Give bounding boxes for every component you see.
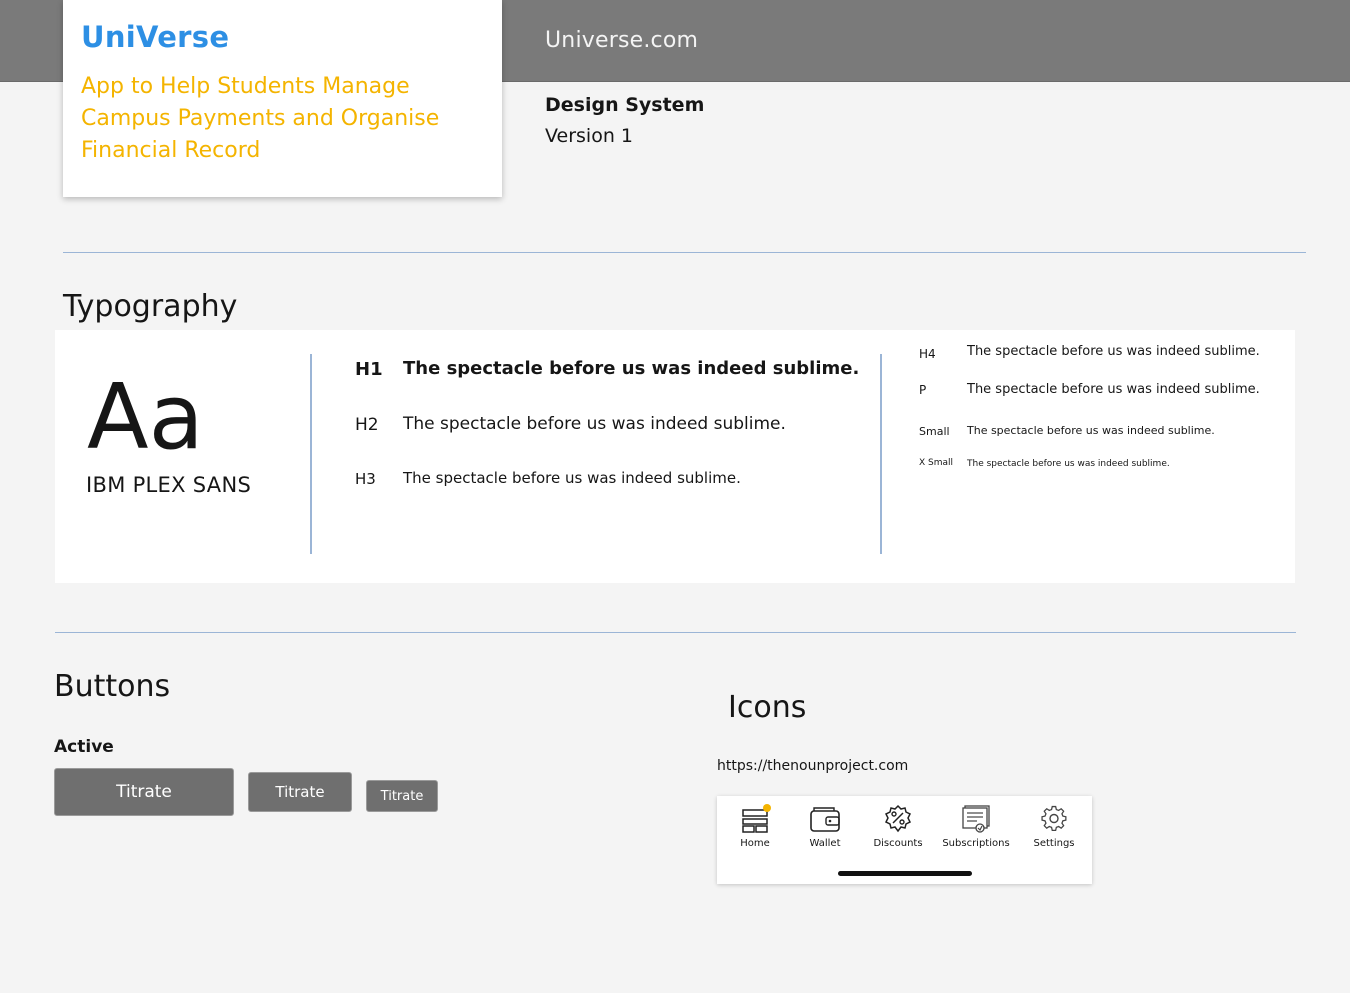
titrate-button-large[interactable]: Titrate	[54, 768, 234, 816]
style-label-h1: H1	[355, 359, 383, 380]
discount-icon	[884, 804, 912, 833]
style-label-h3: H3	[355, 470, 376, 488]
style-label-xsmall: X Small	[919, 458, 954, 468]
nav-label-wallet: Wallet	[809, 838, 841, 849]
column-divider	[880, 354, 882, 554]
font-specimen: Aa	[87, 365, 204, 470]
bottom-navigation-bar: Home Wallet Discounts Subscriptions Sett…	[717, 796, 1092, 884]
nav-item-subscriptions[interactable]: Subscriptions	[941, 804, 1011, 849]
section-divider	[55, 632, 1296, 633]
titrate-button-medium[interactable]: Titrate	[248, 772, 352, 812]
nav-label-subscriptions: Subscriptions	[942, 838, 1010, 849]
design-system-title: Design System	[545, 94, 705, 116]
button-state-label: Active	[54, 737, 114, 757]
style-sample-h2: The spectacle before us was indeed subli…	[403, 414, 786, 434]
style-sample-p: The spectacle before us was indeed subli…	[967, 382, 1260, 397]
font-name: IBM PLEX SANS	[86, 473, 252, 497]
nav-label-home: Home	[740, 838, 770, 849]
typography-heading: Typography	[63, 289, 238, 324]
style-sample-xsmall: The spectacle before us was indeed subli…	[967, 459, 1170, 469]
nav-item-settings[interactable]: Settings	[1019, 804, 1089, 849]
buttons-heading: Buttons	[54, 669, 171, 704]
style-sample-h4: The spectacle before us was indeed subli…	[967, 344, 1260, 359]
site-name[interactable]: Universe.com	[545, 28, 698, 53]
nav-item-discounts[interactable]: Discounts	[863, 804, 933, 849]
brand-title: UniVerse	[81, 20, 230, 54]
style-label-h4: H4	[919, 347, 936, 361]
notification-badge	[763, 804, 771, 812]
home-indicator	[838, 871, 972, 876]
brand-tagline: App to Help Students Manage Campus Payme…	[81, 74, 440, 163]
nav-item-wallet[interactable]: Wallet	[790, 804, 860, 849]
nav-label-settings: Settings	[1033, 838, 1075, 849]
design-system-version: Version 1	[545, 125, 633, 147]
section-divider	[63, 252, 1306, 253]
icons-heading: Icons	[728, 690, 807, 725]
brand-card: UniVerse App to Help Students Manage Cam…	[63, 0, 502, 197]
typography-panel: Aa IBM PLEX SANS H1 The spectacle before…	[55, 330, 1295, 583]
style-label-small: Small	[919, 425, 950, 438]
subscriptions-icon	[962, 805, 990, 833]
home-icon	[742, 804, 771, 833]
style-sample-small: The spectacle before us was indeed subli…	[967, 424, 1215, 437]
gear-icon	[1041, 805, 1067, 831]
icons-source-link[interactable]: https://thenounproject.com	[717, 758, 908, 774]
nav-label-discounts: Discounts	[873, 838, 923, 849]
style-sample-h1: The spectacle before us was indeed subli…	[403, 358, 860, 379]
style-label-p: P	[919, 383, 927, 397]
column-divider	[310, 354, 312, 554]
style-sample-h3: The spectacle before us was indeed subli…	[403, 469, 741, 487]
style-label-h2: H2	[355, 415, 379, 435]
titrate-button-small[interactable]: Titrate	[366, 780, 438, 812]
nav-item-home[interactable]: Home	[720, 804, 790, 849]
wallet-icon	[810, 807, 840, 832]
